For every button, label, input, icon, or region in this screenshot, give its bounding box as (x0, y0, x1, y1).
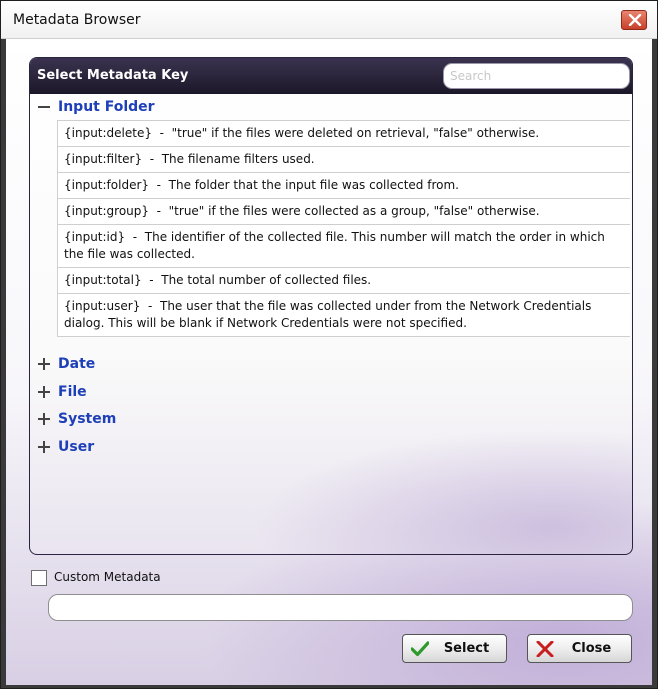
item-key: {input:folder} (64, 178, 150, 192)
close-button-label: Close (571, 641, 612, 656)
list-item[interactable]: {input:delete} - "true" if the files wer… (57, 121, 630, 147)
item-key: {input:filter} (64, 152, 143, 166)
item-separator: - (159, 126, 164, 140)
input-folder-items: {input:delete} - "true" if the files wer… (57, 120, 630, 337)
metadata-key-panel: Select Metadata Key Input Folder {input:… (29, 57, 633, 555)
item-description: "true" if the files were deleted on retr… (171, 126, 540, 140)
title-bar[interactable]: Metadata Browser (1, 1, 657, 39)
item-separator: - (156, 204, 162, 218)
plus-icon[interactable] (38, 386, 50, 398)
group-date[interactable]: Date (38, 353, 95, 375)
select-button[interactable]: Select (402, 634, 507, 663)
group-file[interactable]: File (38, 381, 87, 403)
custom-metadata-checkbox[interactable] (31, 570, 47, 586)
group-user[interactable]: User (38, 436, 94, 458)
minus-icon[interactable] (38, 101, 50, 113)
panel-title: Select Metadata Key (37, 68, 189, 83)
item-key: {input:group} (64, 204, 150, 218)
item-key: {input:id} (64, 230, 126, 244)
item-description: The identifier of the collected file. Th… (64, 230, 605, 261)
panel-header: Select Metadata Key (30, 58, 632, 94)
list-item[interactable]: {input:id} - The identifier of the colle… (57, 225, 630, 268)
item-description: The total number of collected files. (161, 273, 372, 287)
plus-icon[interactable] (38, 413, 50, 425)
item-separator: - (149, 152, 155, 166)
metadata-browser-window: Metadata Browser Select Metadata Key Inp… (0, 0, 658, 689)
group-label[interactable]: System (58, 411, 116, 427)
group-label[interactable]: User (58, 439, 94, 455)
dialog-client-area: Select Metadata Key Input Folder {input:… (6, 39, 652, 685)
plus-icon[interactable] (38, 358, 50, 370)
search-input[interactable] (443, 63, 630, 89)
list-item[interactable]: {input:folder} - The folder that the inp… (57, 173, 630, 199)
window-title: Metadata Browser (13, 12, 141, 28)
custom-metadata-label[interactable]: Custom Metadata (54, 570, 161, 584)
item-separator: - (148, 299, 153, 313)
window-close-button[interactable] (621, 10, 647, 30)
list-item[interactable]: {input:user} - The user that the file wa… (57, 294, 630, 337)
group-input-folder[interactable]: Input Folder (38, 96, 155, 118)
group-system[interactable]: System (38, 408, 116, 430)
group-label[interactable]: Date (58, 356, 95, 372)
list-item[interactable]: {input:total} - The total number of coll… (57, 268, 630, 294)
list-item[interactable]: {input:group} - "true" if the files were… (57, 199, 630, 225)
item-description: The user that the file was collected und… (64, 299, 592, 330)
custom-metadata-input[interactable] (48, 594, 633, 621)
item-separator: - (132, 230, 138, 244)
item-description: "true" if the files were collected as a … (168, 204, 540, 218)
item-separator: - (156, 178, 161, 192)
plus-icon[interactable] (38, 441, 50, 453)
group-label[interactable]: File (58, 384, 87, 400)
close-icon (628, 14, 642, 26)
item-description: The filename filters used. (161, 152, 315, 166)
select-button-label: Select (443, 641, 490, 656)
close-button[interactable]: Close (527, 634, 632, 663)
group-label[interactable]: Input Folder (58, 99, 155, 115)
list-item[interactable]: {input:filter} - The filename filters us… (57, 147, 630, 173)
item-key: {input:user} (64, 299, 141, 313)
item-key: {input:total} (64, 273, 142, 287)
item-description: The folder that the input file was colle… (168, 178, 459, 192)
item-separator: - (149, 273, 154, 287)
item-key: {input:delete} (64, 126, 152, 140)
